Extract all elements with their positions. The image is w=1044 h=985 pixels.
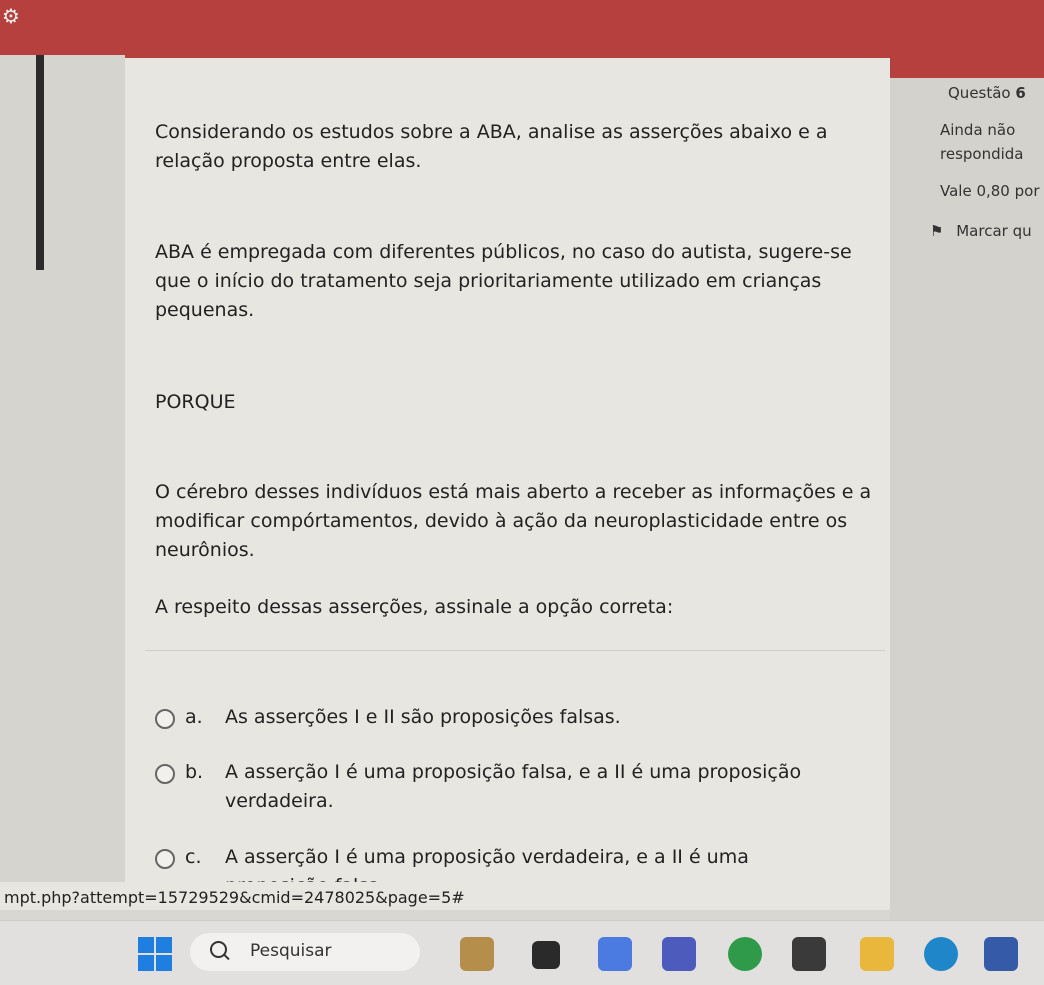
question-value: Vale 0,80 por <box>940 182 1040 200</box>
question-info-panel: Questão 6 Ainda não respondida Vale 0,80… <box>890 78 1044 938</box>
radio-button[interactable] <box>155 709 175 729</box>
chrome-icon[interactable] <box>728 937 762 971</box>
windows-start-icon[interactable] <box>138 937 174 973</box>
taskbar-search[interactable]: Pesquisar <box>190 933 420 971</box>
question-label: Questão <box>948 84 1011 102</box>
instruction-text: A respeito dessas asserções, assinale a … <box>155 596 674 618</box>
flag-icon: ⚑ <box>930 222 944 240</box>
answer-state: Ainda não respondida <box>940 121 1024 163</box>
question-content: Considerando os estudos sobre a ABA, ana… <box>125 58 890 908</box>
option-letter: a. <box>185 706 203 728</box>
widgets-icon[interactable] <box>460 937 494 971</box>
option-letter: c. <box>185 846 202 868</box>
flag-question-link[interactable]: ⚑ Marcar qu <box>930 222 1032 240</box>
edge-icon[interactable] <box>924 937 958 971</box>
assertion-two: O cérebro desses indivíduos está mais ab… <box>155 481 872 561</box>
radio-button[interactable] <box>155 849 175 869</box>
option-text: As asserções I e II são proposições fals… <box>225 706 621 728</box>
left-drawer <box>0 55 125 905</box>
connector-text: PORQUE <box>155 391 236 413</box>
radio-button[interactable] <box>155 764 175 784</box>
file-explorer-icon[interactable] <box>860 937 894 971</box>
left-scrollbar[interactable] <box>36 55 44 270</box>
teams-icon[interactable] <box>662 937 696 971</box>
status-url-bar: mpt.php?attempt=15729529&cmid=2478025&pa… <box>0 882 890 910</box>
assertion-one: ABA é empregada com diferentes públicos,… <box>155 241 852 321</box>
taskbar: Pesquisar <box>0 920 1044 985</box>
divider <box>145 650 885 651</box>
question-number: Questão 6 <box>948 84 1026 102</box>
copilot-icon[interactable] <box>598 937 632 971</box>
option-text: A asserção I é uma proposição falsa, e a… <box>225 761 802 812</box>
store-icon[interactable] <box>984 937 1018 971</box>
search-icon <box>210 941 227 958</box>
option-letter: b. <box>185 761 204 783</box>
gears-icon[interactable]: ⚙ <box>2 4 32 30</box>
question-prompt: Considerando os estudos sobre a ABA, ana… <box>155 121 828 172</box>
search-label: Pesquisar <box>250 941 332 961</box>
amazon-icon[interactable] <box>792 937 826 971</box>
task-view-icon[interactable] <box>532 941 560 969</box>
question-number-value: 6 <box>1015 84 1026 102</box>
flag-label: Marcar qu <box>956 222 1032 240</box>
